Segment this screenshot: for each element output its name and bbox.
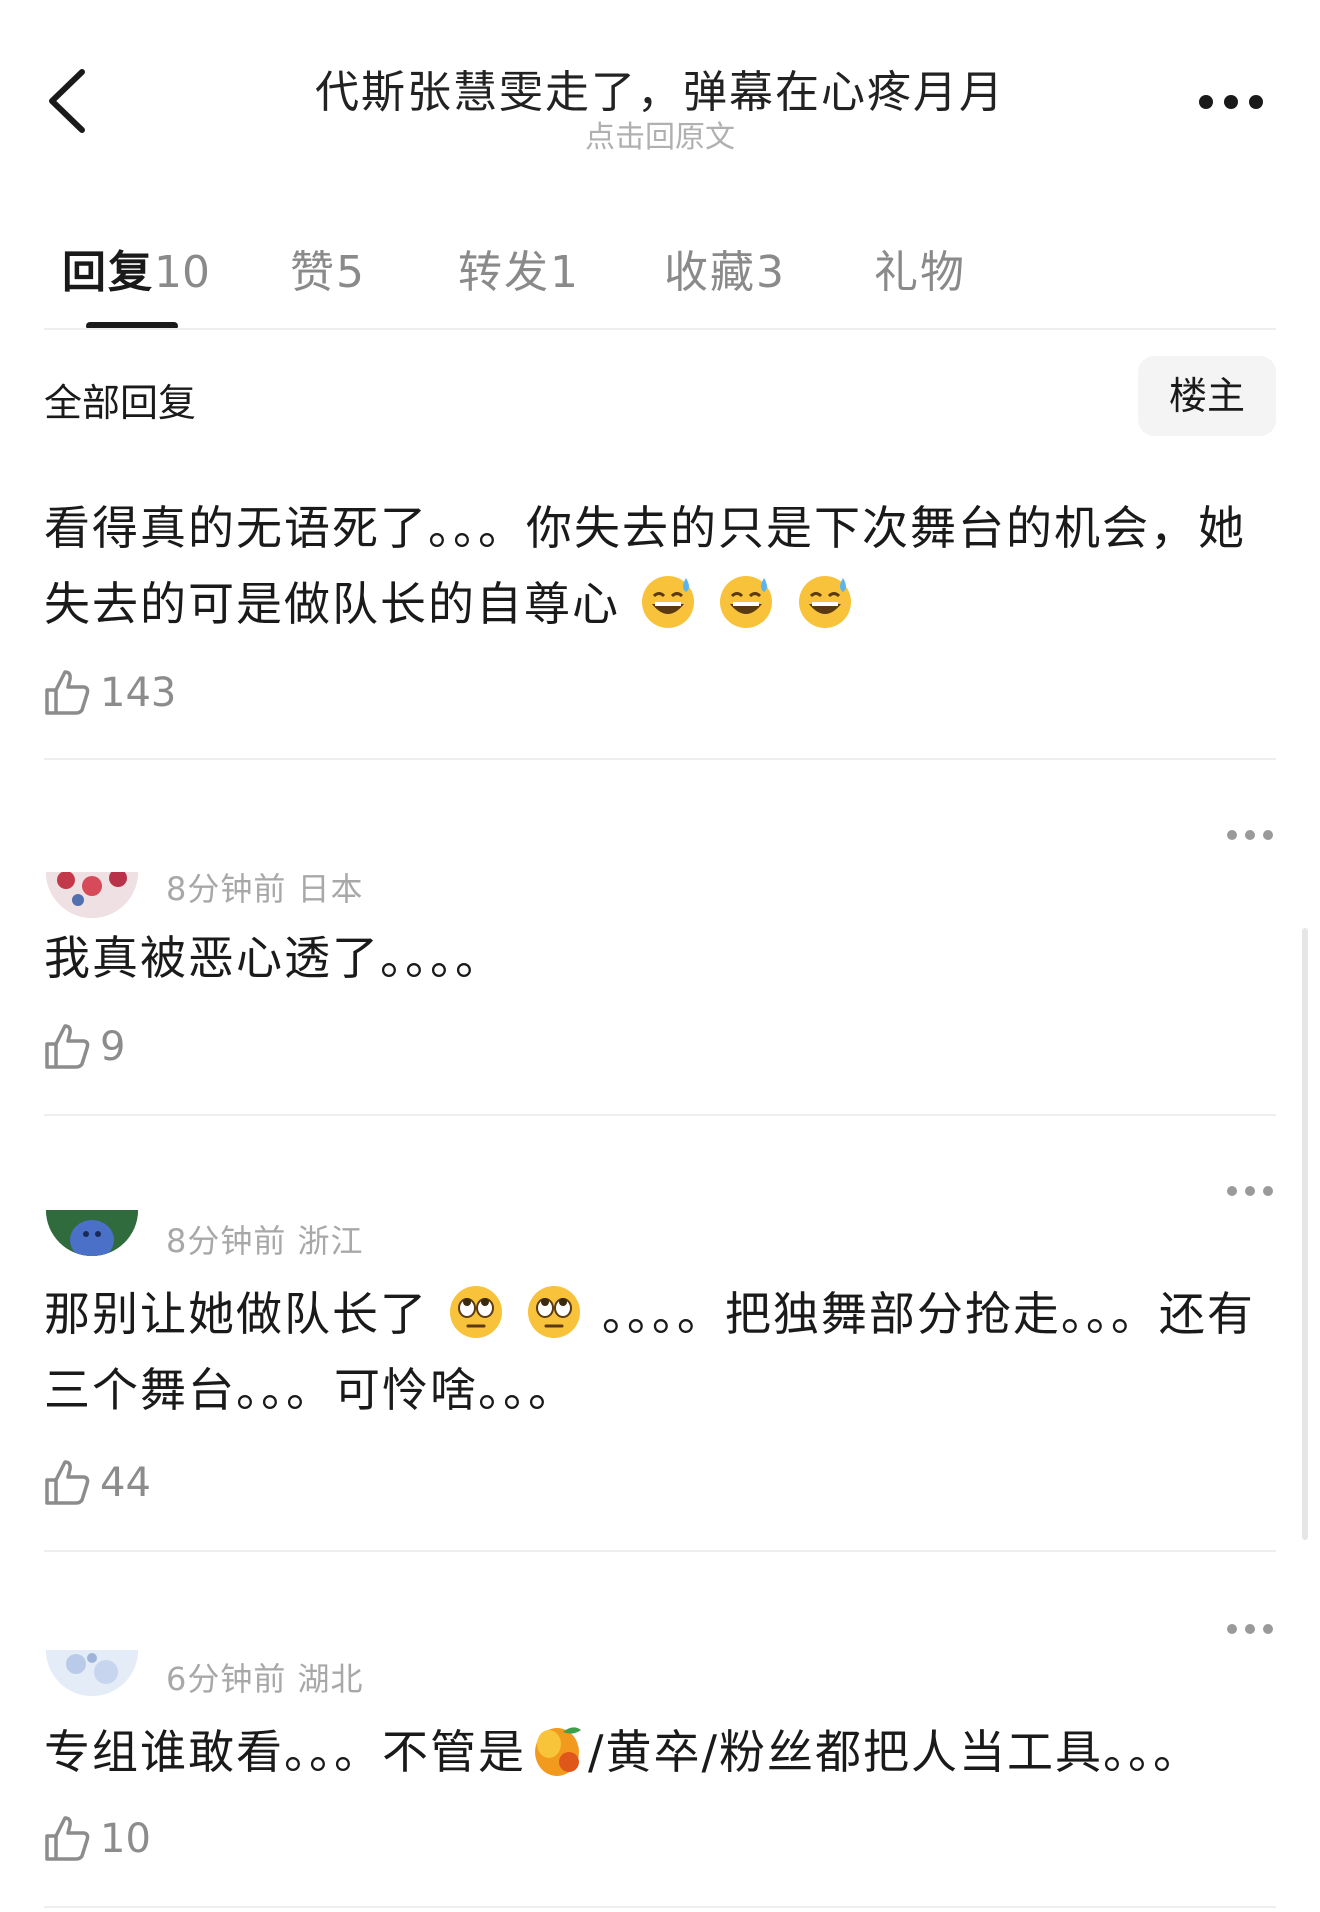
divider <box>44 1550 1276 1552</box>
comment-text: 那别让她做队长了 。。。。把独舞部分抢走。。。还有三个舞台。。。可怜啥。。。 <box>44 1276 1276 1428</box>
view-original-link[interactable]: 点击回原文 <box>0 112 1320 156</box>
more-horizontal-icon <box>1227 1186 1273 1196</box>
page-title: 代斯张慧雯走了，弹幕在心疼月月 <box>315 67 1005 118</box>
section-title: 全部回复 <box>44 381 197 425</box>
avatar[interactable] <box>46 872 138 918</box>
tab-likes[interactable]: 赞5 <box>290 236 364 300</box>
thumbs-up-icon <box>45 670 90 715</box>
mango-emoji <box>535 1727 581 1776</box>
avatar-image <box>46 872 138 918</box>
comment-meta: 8分钟前 日本 <box>166 870 364 908</box>
comment-more-button[interactable] <box>1226 1182 1274 1196</box>
avatar-image <box>46 1650 138 1696</box>
thumbs-up-icon <box>45 1460 90 1505</box>
scrollbar[interactable] <box>1302 928 1308 1540</box>
avatar[interactable] <box>46 1210 138 1256</box>
divider <box>44 328 1276 330</box>
more-options-button[interactable] <box>1196 92 1266 112</box>
comment-text: 看得真的无语死了。。。你失去的只是下次舞台的机会，她失去的可是做队长的自尊心 <box>44 501 1246 631</box>
tab-bar: 回复10 赞5 转发1 收藏3 礼物 <box>44 236 1284 298</box>
thumbs-up-icon <box>45 1024 90 1069</box>
comment-more-button[interactable] <box>1226 1620 1274 1634</box>
comment-text: 我真被恶心透了。。。。 <box>44 931 503 985</box>
more-horizontal-icon <box>1227 1624 1273 1634</box>
more-horizontal-icon <box>1227 830 1273 840</box>
sweat-smile-emoji <box>798 576 851 628</box>
sweat-smile-emoji <box>720 576 773 628</box>
comment-more-button[interactable] <box>1226 826 1274 840</box>
divider <box>44 1114 1276 1116</box>
divider <box>44 758 1276 760</box>
comment-text: 专组谁敢看。。。不管是 /黄卒/粉丝都把人当工具。。。 <box>44 1714 1276 1790</box>
thumbs-up-icon <box>45 1816 90 1861</box>
eye-roll-emoji <box>449 1286 502 1338</box>
eye-roll-emoji <box>528 1286 581 1338</box>
comment-meta: 6分钟前 湖北 <box>166 1660 364 1698</box>
more-horizontal-icon <box>1199 95 1263 109</box>
op-filter-button[interactable]: 楼主 <box>1138 356 1276 436</box>
avatar-image <box>46 1210 138 1256</box>
divider <box>44 1906 1276 1908</box>
tab-replies[interactable]: 回复10 <box>62 236 210 300</box>
sweat-smile-emoji <box>641 576 694 628</box>
tab-gifts[interactable]: 礼物 <box>874 236 966 300</box>
comment-meta: 8分钟前 浙江 <box>166 1222 364 1260</box>
tab-favorites[interactable]: 收藏3 <box>664 236 784 300</box>
tab-reposts[interactable]: 转发1 <box>458 236 578 300</box>
avatar[interactable] <box>46 1650 138 1696</box>
